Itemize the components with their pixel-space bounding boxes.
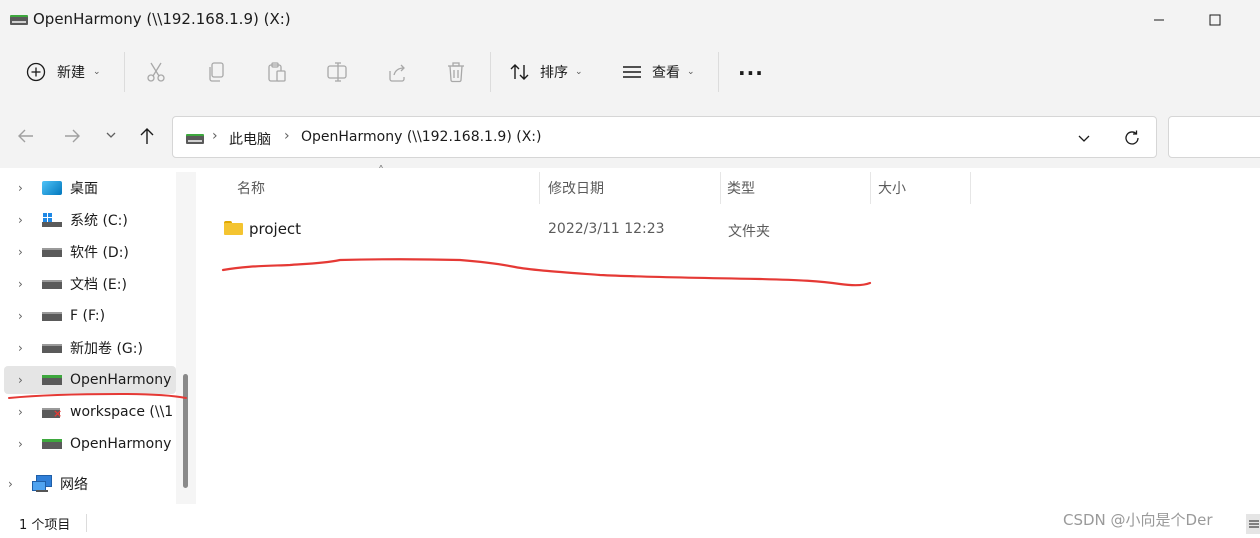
details-view-button[interactable] bbox=[1246, 514, 1260, 534]
item-count: 1 个项目 bbox=[19, 518, 71, 533]
annotation-overlay bbox=[8, 258, 872, 399]
watermark: CSDN @小向是个Der bbox=[1063, 511, 1213, 529]
annotation-underline bbox=[221, 258, 872, 287]
status-divider bbox=[86, 514, 87, 532]
details-view-icon bbox=[1249, 520, 1259, 528]
annotation-underline bbox=[8, 392, 187, 399]
